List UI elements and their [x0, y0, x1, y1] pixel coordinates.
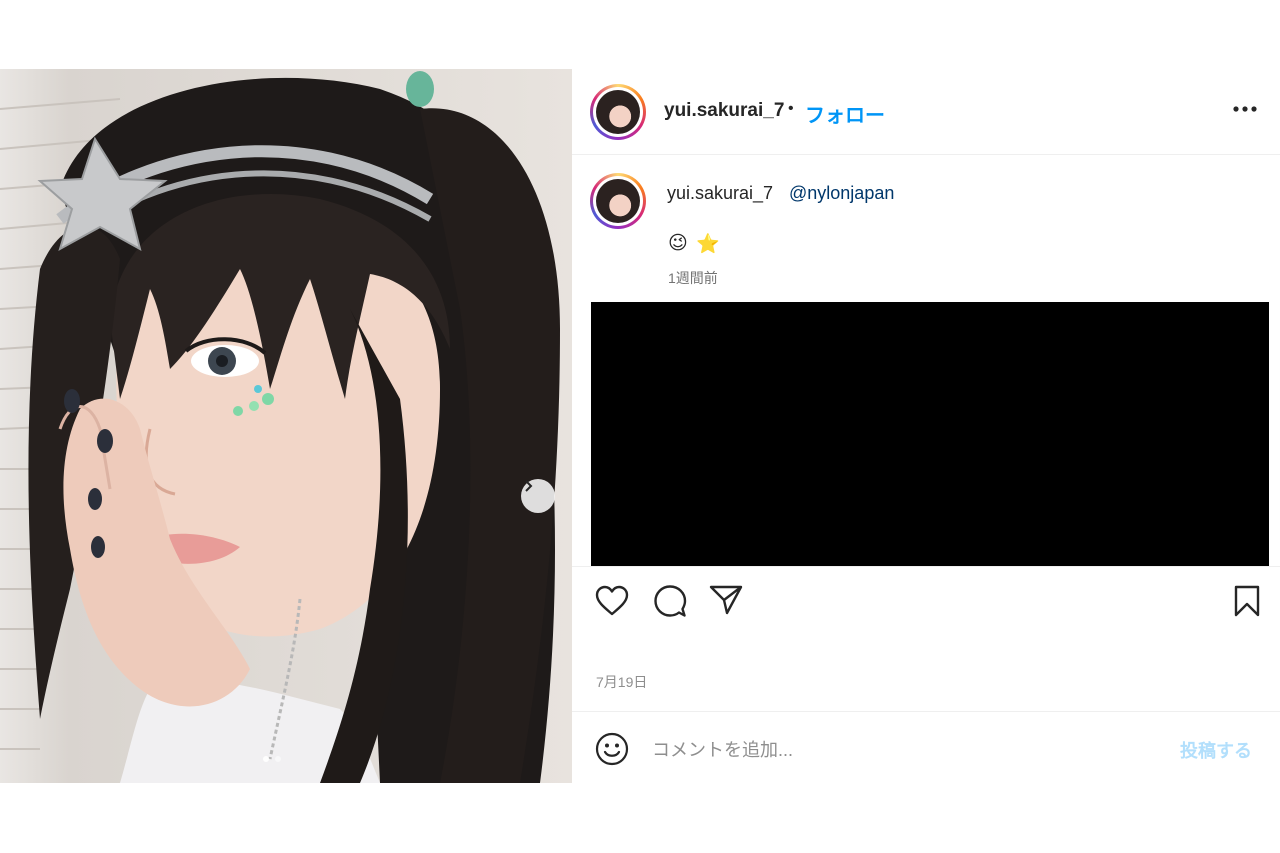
avatar-image	[596, 179, 640, 223]
chevron-right-icon	[525, 480, 533, 492]
post-panel: yui.sakurai_7 • フォロー yui.sakurai_7 @nylo…	[572, 69, 1280, 783]
caption-username[interactable]: yui.sakurai_7	[667, 183, 773, 204]
post-date[interactable]: 7月19日	[596, 672, 647, 692]
actions-divider	[572, 566, 1280, 567]
heart-icon[interactable]	[595, 585, 629, 617]
more-horizontal-icon[interactable]	[1232, 104, 1258, 114]
header-username[interactable]: yui.sakurai_7	[664, 100, 784, 122]
header-divider	[572, 154, 1280, 155]
caption-emoji-1: 😉	[668, 233, 688, 254]
comment-divider	[572, 711, 1280, 712]
avatar-image	[596, 90, 640, 134]
comment-icon[interactable]	[653, 584, 687, 618]
carousel-next-button[interactable]	[521, 479, 555, 513]
caption-emoji-2: ⭐	[696, 234, 720, 255]
caption-mention[interactable]: @nylonjapan	[789, 183, 894, 204]
header-avatar[interactable]	[590, 84, 646, 140]
header-separator: •	[788, 100, 794, 117]
post-comment-button[interactable]: 投稿する	[1180, 737, 1252, 763]
caption-time-ago[interactable]: 1週間前	[668, 268, 718, 288]
post-photo[interactable]	[0, 69, 572, 783]
follow-button[interactable]: フォロー	[805, 99, 885, 128]
smiley-icon[interactable]	[595, 732, 629, 766]
bookmark-icon[interactable]	[1233, 585, 1261, 617]
redacted-comments-area	[591, 302, 1269, 567]
caption-avatar[interactable]	[590, 173, 646, 229]
comment-input[interactable]	[650, 734, 1074, 766]
paper-plane-icon[interactable]	[709, 584, 743, 616]
portrait-illustration	[0, 71, 560, 783]
